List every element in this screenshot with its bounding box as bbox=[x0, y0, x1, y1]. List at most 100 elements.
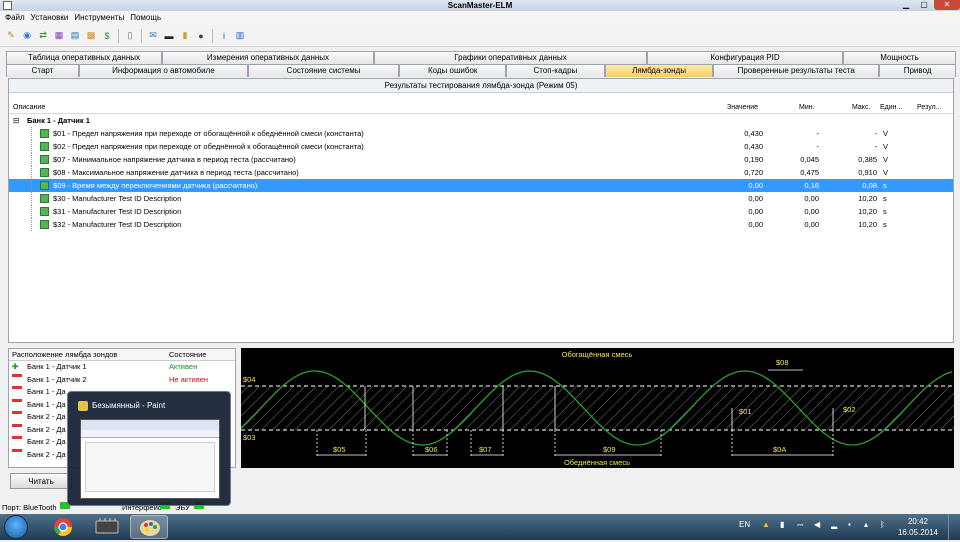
label-02: $02 bbox=[843, 405, 856, 414]
test-icon bbox=[40, 194, 49, 203]
tab-row-2: Старт Информация о автомобиле Состояние си… bbox=[6, 64, 957, 77]
test-icon bbox=[40, 155, 49, 164]
menu-file[interactable]: Файл bbox=[2, 11, 28, 25]
menu-tools[interactable]: Инструменты bbox=[71, 11, 127, 25]
col-unit[interactable]: Един... bbox=[880, 102, 902, 114]
dollar-icon[interactable]: $ bbox=[100, 29, 114, 43]
table-row[interactable]: $02 - Предел напряжения при переходе от … bbox=[9, 140, 953, 153]
paint-taskbar-button[interactable] bbox=[130, 515, 168, 539]
read-button[interactable]: Читать bbox=[10, 473, 72, 489]
active-plus-icon: ✚ bbox=[12, 362, 19, 371]
row-value: 0,430 bbox=[744, 142, 763, 151]
clock[interactable]: 20:42 16.05.2014 bbox=[898, 516, 938, 538]
taskbar-preview[interactable]: Безымянный - Paint bbox=[67, 391, 231, 506]
preview-thumbnail[interactable] bbox=[80, 419, 220, 499]
grid-icon[interactable]: ▩ bbox=[84, 29, 98, 43]
toolbar-separator bbox=[141, 28, 142, 43]
label-08: $08 bbox=[776, 358, 789, 367]
tab-top-2[interactable]: Графики оперативных данных bbox=[374, 51, 647, 64]
sensor-state: Не активен bbox=[169, 374, 209, 384]
book-icon[interactable]: ▥ bbox=[233, 29, 247, 43]
sensor-item[interactable]: Банк 1 - Датчик 2 Не активен bbox=[9, 373, 235, 387]
start-button[interactable] bbox=[4, 515, 28, 539]
col-state[interactable]: Состояние bbox=[169, 349, 206, 361]
tab-0[interactable]: Старт bbox=[6, 64, 79, 77]
tab-1[interactable]: Информация о автомобиле bbox=[78, 64, 248, 77]
col-max[interactable]: Макс. bbox=[852, 102, 870, 114]
warning-icon[interactable]: ▲ bbox=[762, 520, 770, 529]
info-icon[interactable]: i bbox=[217, 29, 231, 43]
toolbar-separator bbox=[118, 28, 119, 43]
table-row[interactable]: $07 - Минимальное напряжение датчика в п… bbox=[9, 153, 953, 166]
tab-3[interactable]: Коды ошибок bbox=[399, 64, 506, 77]
tab-top-3[interactable]: Конфигурация PID bbox=[647, 51, 843, 64]
report-icon[interactable]: ▤ bbox=[68, 29, 82, 43]
volume-icon[interactable]: ◀ bbox=[814, 520, 820, 529]
row-min: 0,00 bbox=[804, 207, 819, 216]
chart-icon[interactable]: ▦ bbox=[52, 29, 66, 43]
row-unit: V bbox=[883, 129, 889, 138]
stop-icon[interactable]: ● bbox=[194, 29, 208, 43]
globe-icon[interactable]: ◉ bbox=[20, 29, 34, 43]
col-location[interactable]: Расположение лямбда зондов bbox=[12, 349, 117, 361]
table-row[interactable]: $09 - Время между переключениями датчика… bbox=[9, 179, 953, 192]
row-unit: s bbox=[883, 207, 887, 216]
bluetooth-icon[interactable]: ᛒ bbox=[880, 520, 885, 529]
col-min[interactable]: Мин. bbox=[799, 102, 815, 114]
col-result[interactable]: Резул... bbox=[917, 102, 942, 114]
terminal-icon[interactable]: ▬ bbox=[162, 29, 176, 43]
usb-icon[interactable]: ⎓ bbox=[797, 520, 803, 530]
taskbar: EN ▲ ▮ ⎓ ◀ ▂ ▪ ▴ ᛒ 20:42 16.05.2014 bbox=[0, 514, 960, 540]
show-desktop-button[interactable] bbox=[948, 514, 960, 540]
group-label: Банк 1 - Датчик 1 bbox=[27, 116, 90, 125]
table-row[interactable]: $30 - Manufacturer Test ID Description 0,… bbox=[9, 192, 953, 205]
sensor-item[interactable]: ✚ Банк 1 - Датчик 1 Активен bbox=[9, 361, 235, 374]
label-04: $04 bbox=[243, 375, 256, 384]
table-row[interactable]: $08 - Максимальное напряжение датчика в … bbox=[9, 166, 953, 179]
row-description: $09 - Время между переключениями датчика… bbox=[53, 181, 258, 190]
menu-help[interactable]: Помощь bbox=[127, 11, 164, 25]
row-min: 0,475 bbox=[800, 168, 819, 177]
maximize-button[interactable]: ▢ bbox=[916, 0, 932, 10]
tab-top-4[interactable]: Мощность bbox=[843, 51, 956, 64]
tab-7[interactable]: Привод bbox=[879, 64, 957, 77]
tab-top-1[interactable]: Измерения оперативных данных bbox=[162, 51, 374, 64]
tab-top-0[interactable]: Таблица оперативных данных bbox=[6, 51, 162, 64]
row-description: $07 - Минимальное напряжение датчика в п… bbox=[53, 155, 296, 164]
label-07: $07 bbox=[479, 445, 492, 454]
wrench-icon[interactable]: ✎ bbox=[4, 29, 18, 43]
tab-2[interactable]: Состояние системы bbox=[247, 64, 400, 77]
clock-date: 16.05.2014 bbox=[897, 528, 938, 537]
language-indicator[interactable]: EN bbox=[739, 520, 750, 529]
connect-icon[interactable]: ⇄ bbox=[36, 29, 50, 43]
table-row[interactable]: $32 - Manufacturer Test ID Description 0,… bbox=[9, 218, 953, 231]
tab-4[interactable]: Стоп-кадры bbox=[505, 64, 605, 77]
device-icon[interactable]: ▪ bbox=[848, 520, 851, 529]
row-description: $30 - Manufacturer Test ID Description bbox=[53, 194, 182, 203]
signal-icon[interactable]: ▂ bbox=[831, 520, 837, 529]
col-value[interactable]: Значение bbox=[727, 102, 758, 114]
network-icon[interactable]: ▮ bbox=[780, 520, 784, 529]
minimize-button[interactable]: ▁ bbox=[898, 0, 914, 10]
row-value: 0,00 bbox=[748, 207, 763, 216]
group-row[interactable]: ⊟ Банк 1 - Датчик 1 bbox=[9, 114, 953, 127]
table-row[interactable]: $31 - Manufacturer Test ID Description 0,… bbox=[9, 205, 953, 218]
battery-icon[interactable]: ▮ bbox=[178, 29, 192, 43]
row-value: 0,00 bbox=[748, 181, 763, 190]
menu-settings[interactable]: Установки bbox=[28, 11, 72, 25]
rich-label: Обогащённая смесь bbox=[562, 350, 633, 359]
tray-icon[interactable]: ▴ bbox=[864, 520, 868, 529]
row-unit: s bbox=[883, 181, 887, 190]
document-icon[interactable]: ▯ bbox=[123, 29, 137, 43]
tab-5[interactable]: Лямбда-зонды bbox=[604, 64, 714, 77]
close-button[interactable]: ✕ bbox=[934, 0, 960, 10]
scanmaster-taskbar-button[interactable] bbox=[88, 515, 126, 539]
sensor-list-header: Расположение лямбда зондов Состояние bbox=[9, 349, 235, 361]
col-description[interactable]: Описание bbox=[13, 102, 45, 114]
collapse-icon[interactable]: ⊟ bbox=[13, 114, 19, 127]
chrome-taskbar-button[interactable] bbox=[44, 515, 82, 539]
row-description: $32 - Manufacturer Test ID Description bbox=[53, 220, 182, 229]
table-row[interactable]: $01 - Предел напряжения при переходе от … bbox=[9, 127, 953, 140]
tab-6[interactable]: Проверенные результаты теста bbox=[713, 64, 880, 77]
chat-icon[interactable]: ✉ bbox=[146, 29, 160, 43]
